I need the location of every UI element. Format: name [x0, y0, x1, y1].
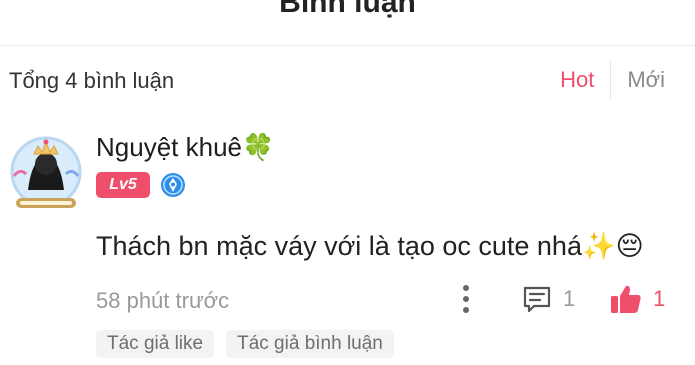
reply-button[interactable]: 1 — [521, 282, 575, 316]
more-vertical-icon[interactable] — [454, 282, 478, 316]
sort-hot-tab[interactable]: Hot — [560, 61, 612, 99]
header: Bình luận — [0, 0, 695, 46]
comment-tags: Tác giả like Tác giả bình luận — [96, 330, 394, 358]
user-badges: Lv5 — [96, 172, 186, 198]
reply-comment-icon — [523, 286, 551, 313]
comment-total: Tổng 4 bình luận — [9, 68, 175, 93]
username[interactable]: Nguyệt khuê🍀 — [96, 132, 274, 163]
tag-author-liked: Tác giả like — [96, 330, 215, 358]
sort-switcher: Hot Mới — [560, 58, 665, 102]
like-button[interactable]: 1 — [609, 280, 665, 318]
page-title: Bình luận — [279, 0, 416, 19]
avatar-frame-icon — [10, 136, 82, 208]
comment-text: Thách bn mặc váy với là tạo oc cute nhá✨… — [96, 231, 644, 261]
comment-summary-bar: Tổng 4 bình luận Hot Mới — [0, 46, 695, 114]
level-badge: Lv5 — [96, 172, 150, 198]
avatar[interactable] — [6, 128, 86, 214]
tag-author-commented: Tác giả bình luận — [226, 330, 394, 358]
thumbs-up-icon — [611, 285, 641, 313]
vip-badge-icon — [160, 172, 186, 198]
comment-time: 58 phút trước — [96, 288, 230, 313]
like-count: 1 — [653, 286, 666, 311]
sort-new-tab[interactable]: Mới — [611, 61, 665, 99]
reply-count: 1 — [563, 286, 576, 311]
